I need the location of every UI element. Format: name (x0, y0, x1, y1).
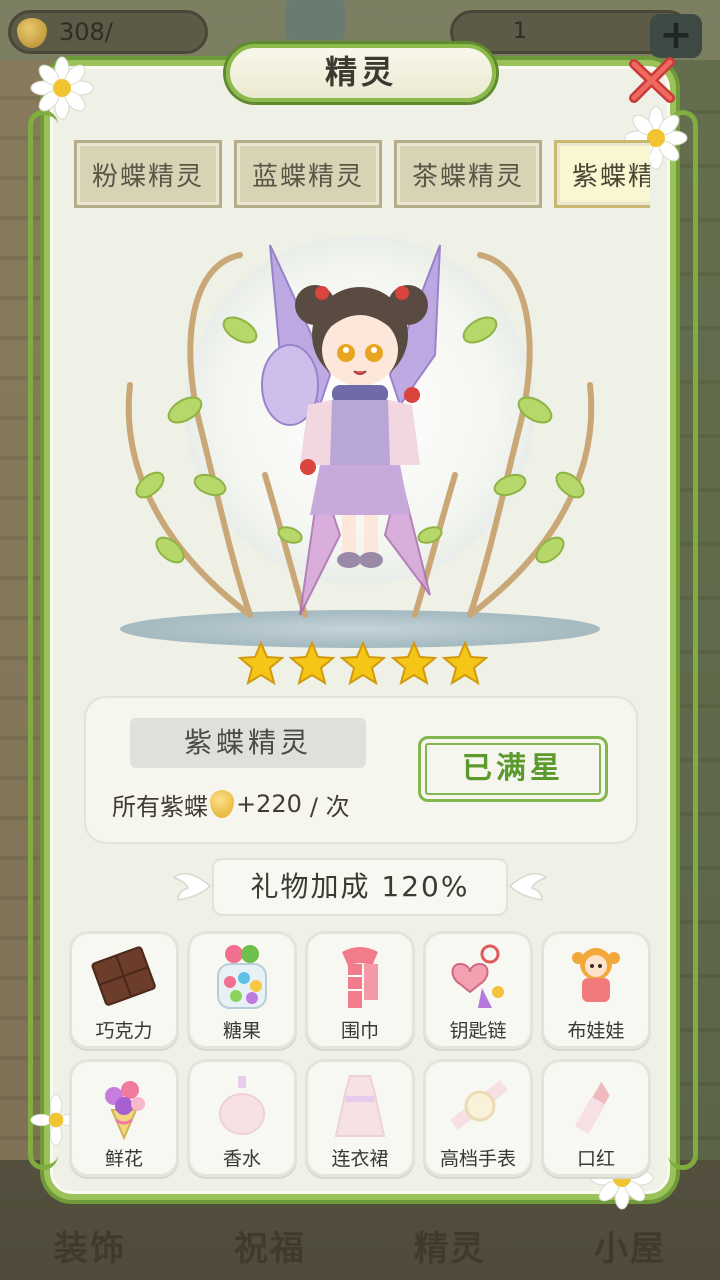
gift-label: 糖果 (222, 1020, 261, 1042)
perfume-icon (219, 1076, 265, 1135)
star-icon (238, 640, 284, 686)
coin-counter: 308/ (8, 10, 208, 54)
coin-value: 308/ (59, 18, 113, 46)
gift-flowers[interactable]: 鲜花 (72, 1062, 176, 1174)
coin-icon (17, 18, 47, 48)
gift-label: 布娃娃 (567, 1020, 625, 1042)
purple-butterfly-fairy-character (261, 244, 441, 616)
doll-icon (572, 948, 620, 1002)
star-icon (289, 640, 335, 686)
star-rating (238, 640, 488, 686)
gift-luxury-watch[interactable]: 高档手表 (426, 1062, 530, 1174)
tab-tea-butterfly-sprite[interactable]: 茶蝶精灵 (394, 140, 542, 208)
star-icon (340, 640, 386, 686)
tab-pink-butterfly-sprite[interactable]: 粉蝶精灵 (74, 140, 222, 208)
gift-label: 连衣裙 (331, 1148, 389, 1170)
gift-label: 鲜花 (104, 1148, 143, 1170)
gift-label: 巧克力 (95, 1020, 153, 1042)
gem-value: 1 (513, 19, 527, 44)
tab-blue-butterfly-sprite[interactable]: 蓝蝶精灵 (234, 140, 382, 208)
background-wall-right (670, 60, 720, 1160)
wing-left-icon (172, 872, 212, 901)
bottom-nav: 装饰 祝福 精灵 小屋 (0, 1200, 720, 1280)
bouquet-icon (105, 1081, 145, 1140)
gift-scarf[interactable]: 围巾 (308, 934, 412, 1046)
sprite-tabs: 粉蝶精灵 蓝蝶精灵 茶蝶精灵 紫蝶精灵 (74, 140, 650, 210)
scarf-icon (342, 947, 378, 1008)
max-star-button[interactable]: 已满星 (418, 736, 608, 802)
gift-dress[interactable]: 连衣裙 (308, 1062, 412, 1174)
modal-title: 精灵 (226, 44, 496, 102)
nav-blessing[interactable]: 祝福 (234, 1221, 306, 1270)
gift-bonus-label: 礼物加成 120% (214, 860, 506, 914)
wing-right-icon (508, 872, 548, 901)
gift-doll[interactable]: 布娃娃 (544, 934, 648, 1046)
chocolate-icon (91, 946, 156, 1006)
gift-perfume[interactable]: 香水 (190, 1062, 294, 1174)
gift-label: 高档手表 (439, 1148, 516, 1170)
gift-keychain[interactable]: 钥匙链 (426, 934, 530, 1046)
nav-cottage[interactable]: 小屋 (594, 1221, 666, 1270)
tab-purple-butterfly-sprite[interactable]: 紫蝶精灵 (554, 140, 650, 208)
sprite-info-card: 紫蝶精灵 所有紫蝶 +220 / 次 已满星 (86, 698, 636, 842)
gift-label: 围巾 (340, 1020, 379, 1042)
gift-label: 钥匙链 (449, 1020, 507, 1042)
gift-lipstick[interactable]: 口红 (544, 1062, 648, 1174)
house-icon (285, 0, 345, 40)
candy-jar-icon (217, 945, 267, 1009)
gift-chocolate[interactable]: 巧克力 (72, 934, 176, 1046)
gift-label: 口红 (576, 1148, 615, 1170)
honey-drop-icon (210, 790, 234, 818)
daisy-icon (30, 56, 94, 120)
star-icon (391, 640, 437, 686)
gift-candy[interactable]: 糖果 (190, 934, 294, 1046)
keychain-icon (451, 944, 504, 1008)
bonus-suffix: / 次 (309, 792, 350, 821)
gift-label: 香水 (222, 1148, 261, 1170)
lipstick-icon (575, 1081, 610, 1134)
dress-icon (334, 1075, 386, 1137)
sprite-bonus: 所有紫蝶 +220 / 次 (112, 788, 350, 821)
close-icon (629, 57, 675, 103)
star-icon (442, 640, 488, 686)
sprite-name: 紫蝶精灵 (130, 718, 366, 768)
gift-grid: 巧克力 糖果 围巾 钥匙链 布娃娃 鲜花 香水 连衣裙 高档手表 口红 (72, 934, 652, 1174)
close-button[interactable] (620, 48, 684, 112)
nav-sprite[interactable]: 精灵 (414, 1221, 486, 1270)
sprite-showcase (90, 225, 630, 686)
bonus-prefix: 所有紫蝶 (112, 792, 208, 821)
nav-decorate[interactable]: 装饰 (54, 1221, 126, 1270)
bonus-value: +220 (236, 790, 302, 818)
watch-icon (450, 1080, 508, 1130)
